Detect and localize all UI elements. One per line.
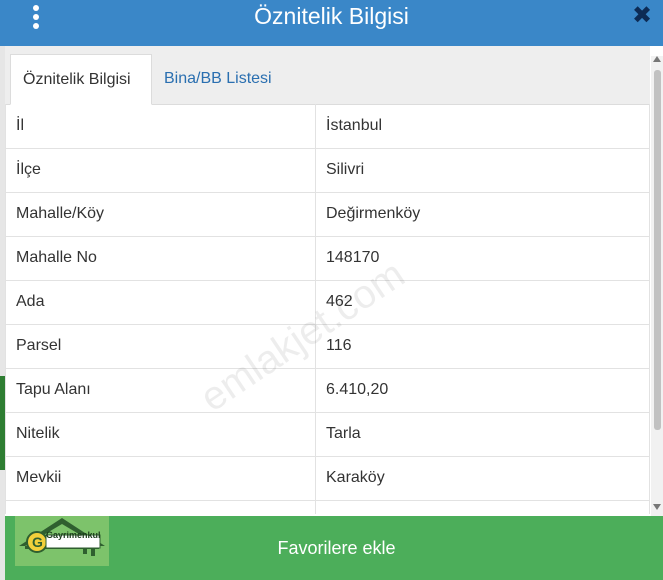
tab-oznitelik-bilgisi[interactable]: Öznitelik Bilgisi [10,54,152,105]
attribute-key: İl [5,104,316,149]
table-row: Mevkii Karaköy [5,455,650,501]
table-row: Nitelik Tarla [5,411,650,457]
tab-bina-bb-listesi[interactable]: Bina/BB Listesi [152,54,284,104]
attribute-key: Nitelik [5,411,316,457]
attribute-value: İstanbul [315,104,650,149]
close-icon[interactable]: ✖ [630,4,654,28]
table-row: Mahalle No 148170 [5,235,650,281]
dialog-footer: G Gayrimenkul Favorilere ekle [5,516,663,580]
attribute-value: Silivri [315,147,650,193]
attribute-value: Karaköy [315,455,650,501]
attribute-value: Tarla [315,411,650,457]
attribute-value [315,499,650,514]
table-row: Tapu Alanı 6.410,20 [5,367,650,413]
attribute-key: Mevkii [5,455,316,501]
table-row [5,499,650,514]
svg-text:G: G [32,534,43,550]
table-row: İl İstanbul [5,104,650,149]
dialog-title: Öznitelik Bilgisi [254,3,409,29]
scroll-up-icon[interactable] [653,56,661,62]
attribute-key: Ada [5,279,316,325]
tab-bar: Öznitelik Bilgisi Bina/BB Listesi [5,46,650,105]
attribute-key [5,499,316,514]
attribute-key: Mahalle/Köy [5,191,316,237]
add-to-favorites-button[interactable]: Favorilere ekle [115,516,558,580]
table-row: İlçe Silivri [5,147,650,193]
vertical-scrollbar[interactable] [651,56,663,516]
attribute-value: 116 [315,323,650,369]
attribute-value: 6.410,20 [315,367,650,413]
dialog-header: Öznitelik Bilgisi ✖ [0,0,663,46]
attribute-value: Değirmenköy [315,191,650,237]
logo-text: Gayrimenkul [46,530,101,540]
gayrimenkul-logo: G Gayrimenkul [15,516,109,566]
scroll-down-icon[interactable] [653,504,661,510]
attribute-table-container: İl İstanbul İlçe Silivri Mahalle/Köy Değirm… [5,104,650,514]
attribute-key: İlçe [5,147,316,193]
table-row: Mahalle/Köy Değirmenköy [5,191,650,237]
scroll-thumb[interactable] [654,70,661,430]
attribute-key: Mahalle No [5,235,316,281]
logo-graphic: G [15,516,109,566]
